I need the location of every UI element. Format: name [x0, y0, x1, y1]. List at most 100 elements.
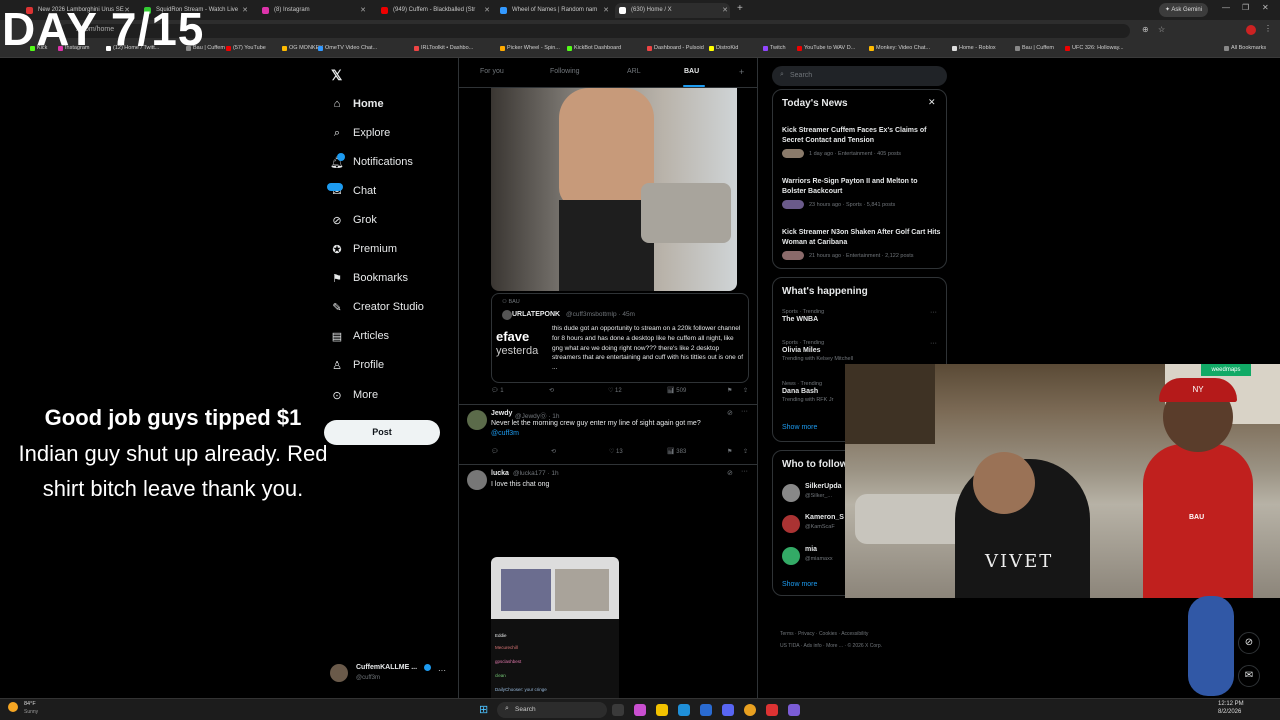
app-icon[interactable]	[788, 704, 800, 716]
repost-action[interactable]: ⟲	[551, 448, 556, 455]
news-item[interactable]: Warriors Re-Sign Payton II and Melton to…	[782, 177, 942, 209]
close-icon[interactable]: ✕	[928, 97, 936, 108]
edge-icon[interactable]	[678, 704, 690, 716]
footer-link[interactable]: Cookies	[819, 631, 837, 637]
search-input[interactable]: ⌕ Search	[772, 66, 947, 86]
nav-home[interactable]: ⌂ Home	[331, 94, 384, 114]
bookmark-item[interactable]: DistroKid	[709, 45, 738, 51]
bookmark-item[interactable]: OG MONKEY	[282, 45, 323, 51]
close-tab-icon[interactable]: ✕	[360, 3, 366, 18]
close-window-icon[interactable]: ✕	[1262, 3, 1269, 12]
nav-grok[interactable]: ⊘ Grok	[331, 210, 376, 230]
show-more-link[interactable]: Show more	[782, 581, 817, 588]
nav-profile[interactable]: ♙ Profile	[331, 355, 384, 375]
bookmark-item[interactable]: Dashboard - Pulsoid	[647, 45, 704, 51]
x-logo-icon[interactable]: 𝕏	[331, 67, 342, 84]
browser-tab[interactable]: (949) Cuffem - Blackballed (Str ✕	[377, 3, 492, 18]
bookmark-item[interactable]: Monkey: Video Chat...	[869, 45, 930, 51]
share-icon[interactable]: ⇪	[743, 448, 748, 455]
windows-start-icon[interactable]: ⊞	[479, 703, 488, 716]
close-tab-icon[interactable]: ✕	[722, 3, 728, 18]
grok-icon[interactable]: ⊘	[1238, 632, 1260, 654]
nav-articles[interactable]: ▤ Articles	[331, 326, 389, 346]
bookmark-item[interactable]: YouTube to WAV D...	[797, 45, 855, 51]
browser-tab-active[interactable]: (630) Home / X ✕	[615, 3, 730, 18]
tab-arl[interactable]: ARL	[627, 68, 641, 75]
maximize-icon[interactable]: ❐	[1242, 3, 1249, 12]
new-tab-icon[interactable]: +	[737, 3, 743, 14]
bookmark-item[interactable]: Home - Roblox	[952, 45, 996, 51]
tweet[interactable]: lucka @lucka177 · 1h ⊘ ··· I love this c…	[459, 465, 757, 720]
share-icon[interactable]: ⇪	[743, 387, 748, 394]
all-bookmarks-folder[interactable]: All Bookmarks	[1224, 45, 1266, 51]
bookmark-item[interactable]: KickBot Dashboard	[567, 45, 621, 51]
account-switcher[interactable]: CuffemKALLME ... @cuff3m ···	[330, 663, 450, 685]
nav-creator-studio[interactable]: ✎ Creator Studio	[331, 297, 424, 317]
tweet-image[interactable]: Eddie Mecurechill gpsclashbest clean Dai…	[491, 557, 619, 720]
clock-time[interactable]: 12:12 PM	[1218, 701, 1244, 707]
chrome-icon[interactable]	[744, 704, 756, 716]
like-action[interactable]: ♡ 13	[609, 448, 623, 455]
more-options-icon[interactable]: ···	[741, 408, 748, 415]
address-field[interactable]: x.com/home	[60, 24, 1130, 38]
footer-link[interactable]: More ...	[826, 643, 843, 649]
reply-action[interactable]: 💬︎	[491, 448, 499, 455]
more-options-icon[interactable]: ···	[438, 666, 446, 675]
add-tab-icon[interactable]: +	[739, 67, 744, 77]
show-more-link[interactable]: Show more	[782, 424, 817, 431]
more-options-icon[interactable]: ···	[930, 309, 937, 316]
footer-link[interactable]: US TIDA	[780, 643, 799, 649]
browser-tab[interactable]: (8) Instagram ✕	[258, 3, 368, 18]
bookmark-item[interactable]: Bau | Cuffem	[1015, 45, 1054, 51]
grok-icon[interactable]: ⊘	[727, 469, 733, 477]
repost-action[interactable]: ⟲	[549, 387, 554, 394]
app-icon[interactable]	[766, 704, 778, 716]
bookmark-star-icon[interactable]: ☆	[1158, 25, 1165, 34]
tweet-mention[interactable]: @cuff3m	[491, 429, 519, 439]
tab-following[interactable]: Following	[550, 68, 580, 75]
nav-bookmarks[interactable]: ⚑ Bookmarks	[331, 268, 408, 288]
footer-link[interactable]: Ads info	[804, 643, 822, 649]
footer-link[interactable]: Privacy	[798, 631, 814, 637]
file-explorer-icon[interactable]	[656, 704, 668, 716]
bookmark-item[interactable]: OmeTV Video Chat...	[318, 45, 377, 51]
close-tab-icon[interactable]: ✕	[603, 3, 609, 18]
menu-icon[interactable]: ⋮	[1264, 24, 1272, 33]
nav-premium[interactable]: ✪ Premium	[331, 239, 397, 259]
tweet-video[interactable]	[491, 88, 737, 291]
taskbar-search[interactable]: ⌕ Search	[497, 702, 607, 718]
bookmark-item[interactable]: UFC 326: Holloway...	[1065, 45, 1124, 51]
views-action[interactable]: 📊︎ 509	[667, 387, 686, 394]
views-action[interactable]: 📊︎ 383	[667, 448, 686, 455]
footer-link[interactable]: Accessibility	[841, 631, 868, 637]
profile-avatar[interactable]	[1246, 25, 1256, 35]
bookmark-item[interactable]: (57) YouTube	[226, 45, 266, 51]
browser-tab[interactable]: Wheel of Names | Random nam ✕	[496, 3, 611, 18]
copilot-icon[interactable]	[634, 704, 646, 716]
minimize-icon[interactable]: —	[1222, 3, 1230, 12]
grok-icon[interactable]: ⊘	[727, 409, 733, 417]
messages-icon[interactable]: ✉	[1238, 665, 1260, 687]
bookmark-icon[interactable]: ⚑	[727, 448, 732, 455]
news-item[interactable]: Kick Streamer Cuffem Faces Ex's Claims o…	[782, 126, 942, 158]
bookmark-item[interactable]: Picker Wheel - Spin...	[500, 45, 560, 51]
discord-icon[interactable]	[722, 704, 734, 716]
weather-temp[interactable]: 84°F	[24, 701, 36, 707]
close-tab-icon[interactable]: ✕	[242, 3, 248, 18]
task-view-icon[interactable]	[612, 704, 624, 716]
tab-bau[interactable]: BAU	[684, 68, 699, 75]
footer-link[interactable]: Terms	[780, 631, 794, 637]
quoted-post[interactable]: ⚇ BAU URLATEPONK @cuff3msbottmlp · 45m e…	[491, 293, 749, 383]
nav-explore[interactable]: ⌕ Explore	[331, 123, 390, 143]
reply-action[interactable]: 💬︎ 1	[491, 387, 504, 394]
ask-gemini-button[interactable]: ✦ Ask Gemini	[1158, 3, 1208, 17]
close-tab-icon[interactable]: ✕	[484, 3, 490, 18]
bookmark-item[interactable]: Twitch	[763, 45, 786, 51]
more-options-icon[interactable]: ···	[930, 340, 937, 347]
store-icon[interactable]	[700, 704, 712, 716]
extensions-icon[interactable]: ⊕	[1142, 25, 1149, 34]
more-options-icon[interactable]: ···	[741, 468, 748, 475]
tab-for-you[interactable]: For you	[480, 68, 504, 75]
tweet[interactable]: Jewdy @JewdyⓄ · 1h ⊘ ··· Never let the m…	[459, 405, 757, 465]
like-action[interactable]: ♡ 12	[608, 387, 622, 394]
